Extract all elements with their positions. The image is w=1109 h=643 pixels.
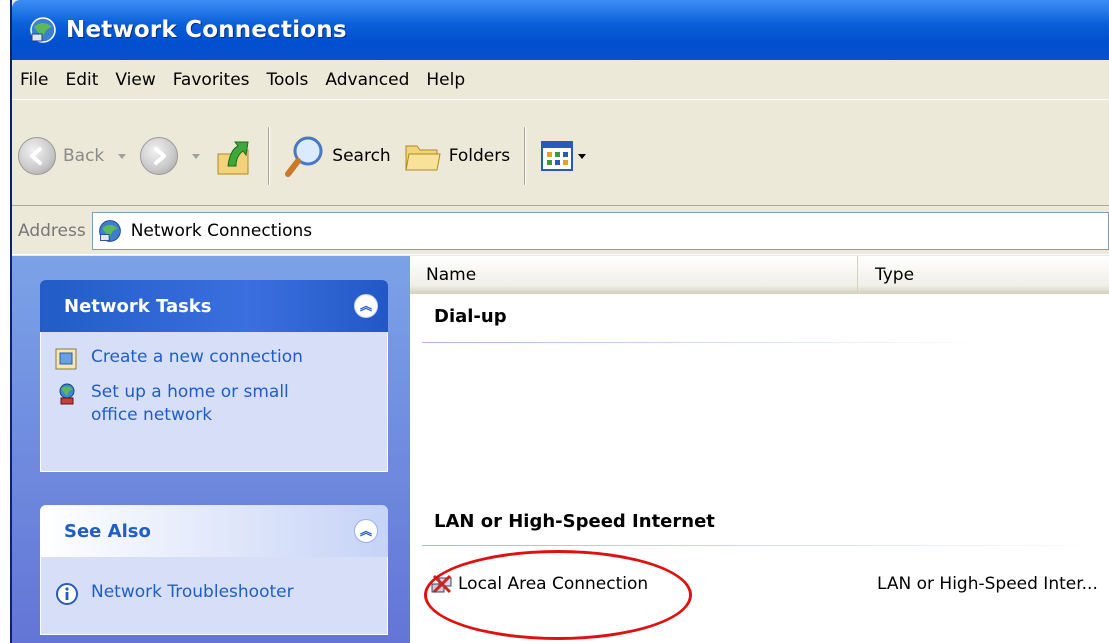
back-label: Back bbox=[63, 146, 105, 166]
back-dropdown-icon[interactable] bbox=[118, 153, 127, 159]
folders-button[interactable]: Folders bbox=[397, 126, 516, 186]
magnifier-icon bbox=[285, 136, 323, 177]
folders-icon bbox=[405, 145, 441, 171]
task-network-troubleshooter-label: Network Troubleshooter bbox=[91, 582, 294, 602]
menu-advanced[interactable]: Advanced bbox=[319, 70, 420, 90]
title-bar[interactable]: Network Connections bbox=[12, 0, 1109, 60]
forward-dropdown-icon[interactable] bbox=[192, 153, 201, 159]
forward-button[interactable] bbox=[134, 126, 184, 186]
lan-connection-icon bbox=[431, 574, 452, 594]
menu-view[interactable]: View bbox=[109, 70, 166, 90]
local-area-connection-type: LAN or High-Speed Inter... bbox=[877, 574, 1098, 594]
see-also-title: See Also bbox=[64, 520, 151, 542]
window: Network Connections File Edit View Favor… bbox=[10, 0, 1109, 643]
group-dial-up: Dial-up bbox=[434, 306, 507, 327]
collapse-icon[interactable]: ︽ bbox=[354, 519, 378, 543]
see-also-header[interactable]: See Also ︽ bbox=[40, 505, 388, 557]
task-home-network[interactable]: Set up a home or small office network bbox=[55, 381, 387, 427]
network-tasks-header[interactable]: Network Tasks ︽ bbox=[40, 280, 388, 332]
group-lan: LAN or High-Speed Internet bbox=[434, 511, 715, 532]
views-button[interactable] bbox=[534, 126, 592, 186]
group-divider bbox=[422, 545, 1102, 546]
back-arrow-icon bbox=[18, 137, 56, 175]
collapse-icon[interactable]: ︽ bbox=[354, 294, 378, 318]
column-type[interactable]: Type bbox=[859, 256, 914, 294]
address-bar: Address Network Connections bbox=[12, 207, 1109, 255]
menu-help[interactable]: Help bbox=[420, 70, 476, 90]
toolbar-separator bbox=[524, 127, 527, 185]
see-also-panel: See Also ︽ Network Troubleshooter bbox=[40, 505, 388, 635]
network-connections-icon bbox=[30, 17, 56, 43]
task-pane: Network Tasks ︽ Create a new connection bbox=[12, 256, 410, 643]
group-divider bbox=[422, 342, 982, 343]
task-network-troubleshooter[interactable]: Network Troubleshooter bbox=[55, 581, 387, 606]
column-header: Name Type bbox=[410, 256, 1109, 294]
views-icon bbox=[541, 141, 574, 171]
up-folder-icon bbox=[217, 141, 249, 175]
folders-label: Folders bbox=[448, 146, 511, 166]
column-name[interactable]: Name bbox=[410, 256, 858, 294]
network-tasks-body: Create a new connection Set up a home or… bbox=[40, 332, 388, 472]
toolbar-separator bbox=[268, 127, 271, 185]
new-connection-icon bbox=[55, 348, 77, 370]
local-area-connection-name: Local Area Connection bbox=[458, 574, 649, 594]
network-tasks-title: Network Tasks bbox=[64, 295, 212, 317]
highlight-ellipse bbox=[424, 550, 692, 640]
menu-edit[interactable]: Edit bbox=[59, 70, 109, 90]
back-button[interactable]: Back bbox=[12, 126, 110, 186]
views-dropdown-icon bbox=[578, 153, 587, 159]
menu-file[interactable]: File bbox=[18, 70, 59, 90]
see-also-body: Network Troubleshooter bbox=[40, 557, 388, 635]
search-label: Search bbox=[332, 146, 391, 166]
task-create-connection[interactable]: Create a new connection bbox=[55, 346, 387, 371]
search-button[interactable]: Search bbox=[278, 126, 396, 186]
menu-favorites[interactable]: Favorites bbox=[167, 70, 261, 90]
task-create-connection-label: Create a new connection bbox=[91, 347, 303, 367]
toolbar: Back Search Folders bbox=[12, 101, 1109, 206]
window-title: Network Connections bbox=[66, 17, 347, 43]
address-label: Address bbox=[18, 220, 86, 241]
address-field[interactable]: Network Connections bbox=[91, 211, 1109, 250]
home-network-icon bbox=[59, 383, 75, 405]
menu-bar: File Edit View Favorites Tools Advanced … bbox=[12, 60, 1109, 100]
connections-list: Name Type Dial-up LAN or High-Speed Inte… bbox=[410, 256, 1109, 643]
list-item-local-area-connection[interactable]: Local Area Connection bbox=[424, 550, 692, 640]
forward-arrow-icon bbox=[140, 137, 179, 175]
network-tasks-panel: Network Tasks ︽ Create a new connection bbox=[40, 280, 388, 472]
info-icon bbox=[56, 583, 78, 605]
menu-tools[interactable]: Tools bbox=[261, 70, 320, 90]
task-home-network-label: Set up a home or small office network bbox=[91, 382, 289, 425]
address-value: Network Connections bbox=[130, 220, 313, 241]
up-button[interactable] bbox=[208, 126, 260, 186]
network-connections-icon bbox=[98, 219, 121, 242]
